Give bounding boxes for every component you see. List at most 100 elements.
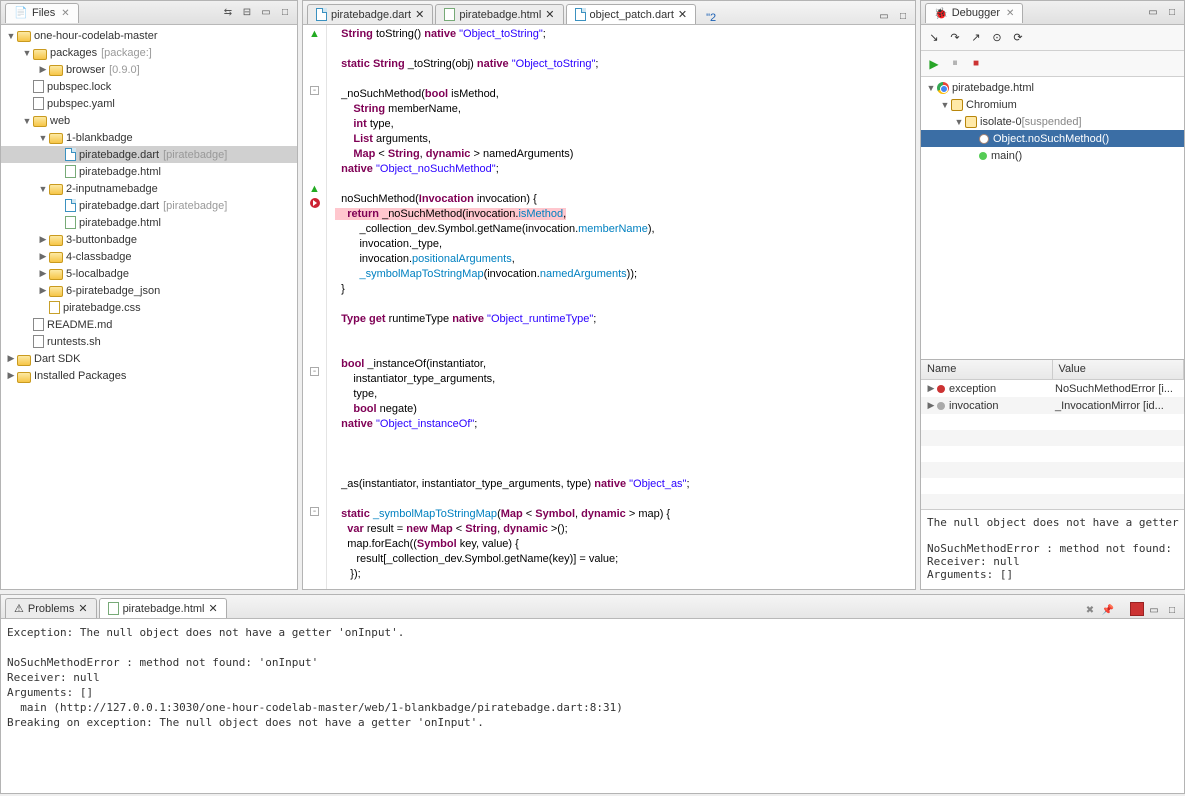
remove-launch-icon[interactable]: ✖ [1082,602,1098,618]
variables-body[interactable]: ▶exceptionNoSuchMethodError [i...▶invoca… [921,380,1184,414]
column-value[interactable]: Value [1053,360,1185,379]
minimize-icon[interactable]: ▭ [1145,5,1161,21]
collapse-icon[interactable]: ⊟ [239,5,255,21]
editor-gutter[interactable]: ▲-▲-- [303,25,327,589]
gutter-marker[interactable] [303,350,326,364]
gutter-marker[interactable] [303,266,326,280]
editor-overflow-button[interactable]: "2 [706,12,716,24]
column-name[interactable]: Name [921,360,1053,379]
resume-button[interactable]: ▶ [925,55,943,73]
tree-item[interactable]: runtests.sh [1,333,297,350]
refresh-icon[interactable]: ⟳ [1009,29,1027,47]
gutter-marker[interactable] [303,406,326,420]
gutter-marker[interactable] [303,322,326,336]
twisty-icon[interactable]: ▼ [21,48,33,58]
close-icon[interactable]: ✕ [61,8,69,19]
minimize-icon[interactable]: ▭ [1146,602,1162,618]
step-out-icon[interactable]: ↗ [967,29,985,47]
pause-button[interactable]: ⏸ [946,55,964,73]
gutter-marker[interactable] [303,238,326,252]
code-editor[interactable]: ▲-▲-- String toString() native "Object_t… [303,25,915,589]
callstack-item[interactable]: main() [921,147,1184,164]
tree-item[interactable]: piratebadge.html [1,214,297,231]
twisty-icon[interactable]: ▶ [37,285,49,296]
minimize-icon[interactable]: ▭ [876,8,892,24]
tree-item[interactable]: piratebadge.css [1,299,297,316]
editor-tab[interactable]: piratebadge.html✕ [435,4,563,24]
gutter-marker[interactable] [303,448,326,462]
callstack-item[interactable]: ▼piratebadge.html [921,79,1184,96]
tree-item[interactable]: ▼packages[package:] [1,44,297,61]
bottom-tab[interactable]: piratebadge.html✕ [99,598,227,618]
gutter-marker[interactable] [303,336,326,350]
variable-row[interactable]: ▶exceptionNoSuchMethodError [i... [921,380,1184,397]
gutter-marker[interactable]: - [303,83,326,97]
gutter-marker[interactable] [303,252,326,266]
callstack-item[interactable]: ▼Chromium [921,96,1184,113]
gutter-marker[interactable] [303,491,326,505]
close-icon[interactable]: ✕ [78,602,87,615]
tree-item[interactable]: pubspec.yaml [1,95,297,112]
maximize-icon[interactable]: □ [1164,5,1180,21]
tree-item[interactable]: ▶3-buttonbadge [1,231,297,248]
twisty-icon[interactable]: ▼ [37,184,49,194]
gutter-marker[interactable] [303,125,326,139]
twisty-icon[interactable]: ▼ [37,133,49,143]
gutter-marker[interactable] [303,69,326,83]
bottom-tab[interactable]: ⚠Problems✕ [5,598,97,618]
tree-item[interactable]: ▶5-localbadge [1,265,297,282]
maximize-icon[interactable]: □ [1164,602,1180,618]
debugger-tab[interactable]: 🐞 Debugger ✕ [925,3,1023,23]
gutter-marker[interactable] [303,210,326,224]
tree-item[interactable]: piratebadge.html [1,163,297,180]
gutter-marker[interactable] [303,561,326,575]
gutter-marker[interactable] [303,224,326,238]
gutter-marker[interactable] [303,420,326,434]
gutter-marker[interactable] [303,434,326,448]
callstack-item[interactable]: Object.noSuchMethod() [921,130,1184,147]
twisty-icon[interactable]: ▶ [5,370,17,381]
tree-item[interactable]: ▶6-piratebadge_json [1,282,297,299]
tree-item[interactable]: piratebadge.dart[piratebadge] [1,146,297,163]
close-icon[interactable]: ✕ [209,602,218,615]
twisty-icon[interactable]: ▶ [37,251,49,262]
files-tree[interactable]: ▼one-hour-codelab-master▼packages[packag… [1,25,297,589]
gutter-marker[interactable] [303,41,326,55]
close-icon[interactable]: ✕ [1006,8,1014,19]
tree-item[interactable]: ▼one-hour-codelab-master [1,27,297,44]
gutter-marker[interactable] [303,547,326,561]
tree-item[interactable]: ▶4-classbadge [1,248,297,265]
twisty-icon[interactable]: ▶ [37,64,49,75]
twisty-icon[interactable]: ▶ [925,400,937,411]
gutter-marker[interactable] [303,575,326,589]
close-icon[interactable]: ✕ [415,8,424,21]
gutter-marker[interactable] [303,153,326,167]
twisty-icon[interactable]: ▶ [5,353,17,364]
step-into-icon[interactable]: ↘ [925,29,943,47]
close-icon[interactable]: ✕ [545,8,554,21]
gutter-marker[interactable] [303,196,326,210]
gutter-marker[interactable] [303,111,326,125]
minimize-icon[interactable]: ▭ [258,5,274,21]
gutter-marker[interactable] [303,294,326,308]
gutter-marker[interactable]: - [303,364,326,378]
files-tab[interactable]: 📄 Files ✕ [5,3,79,23]
twisty-icon[interactable]: ▶ [37,268,49,279]
gutter-marker[interactable] [303,519,326,533]
twisty-icon[interactable]: ▶ [925,383,937,394]
gutter-marker[interactable] [303,139,326,153]
gutter-marker[interactable] [303,533,326,547]
gutter-marker[interactable] [303,477,326,491]
gutter-marker[interactable]: ▲ [303,27,326,41]
tree-item[interactable]: ▶Dart SDK [1,350,297,367]
tree-item[interactable]: ▶browser[0.9.0] [1,61,297,78]
gutter-marker[interactable] [303,97,326,111]
link-editor-icon[interactable]: ⇆ [220,5,236,21]
code-area[interactable]: String toString() native "Object_toStrin… [327,25,915,589]
gutter-marker[interactable] [303,280,326,294]
callstack-tree[interactable]: ▼piratebadge.html▼Chromium▼isolate-0 [su… [921,77,1184,359]
maximize-icon[interactable]: □ [895,8,911,24]
maximize-icon[interactable]: □ [277,5,293,21]
editor-tab[interactable]: piratebadge.dart✕ [307,4,433,24]
gutter-marker[interactable] [303,167,326,181]
